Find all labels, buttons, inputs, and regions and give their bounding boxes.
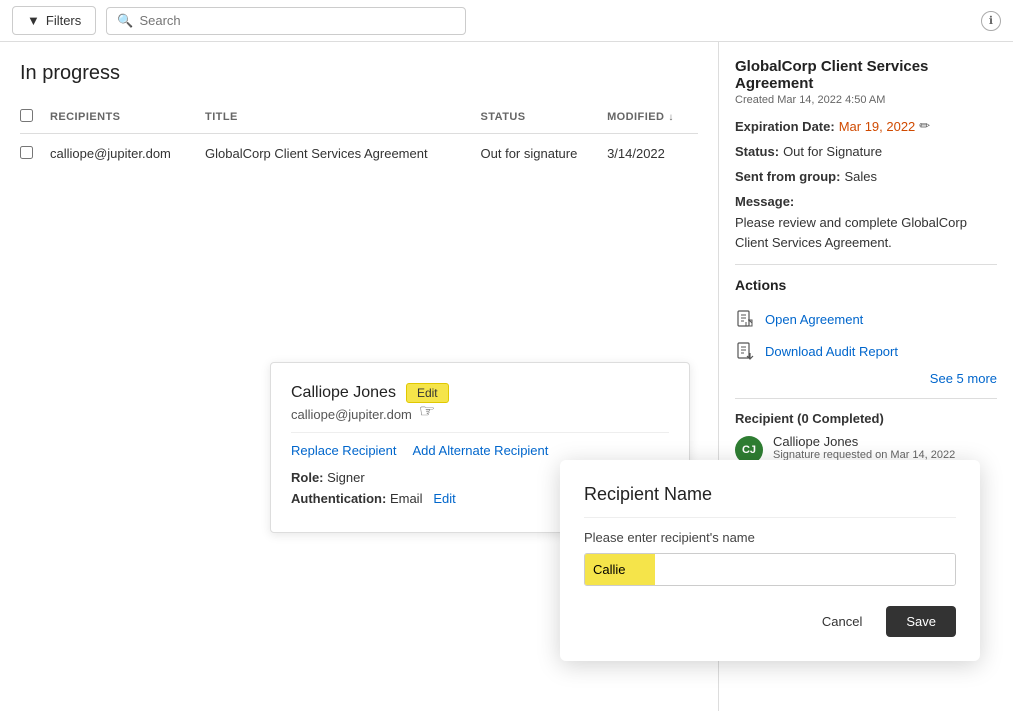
expiration-field: Expiration Date: Mar 19, 2022 ✏ bbox=[735, 118, 997, 134]
top-bar: ▼ Filters 🔍 ℹ bbox=[0, 0, 1013, 42]
table-row: calliope@jupiter.dom GlobalCorp Client S… bbox=[20, 134, 698, 175]
sent-from-label: Sent from group: bbox=[735, 169, 840, 184]
recipient-section-title: Recipient (0 Completed) bbox=[735, 411, 997, 426]
col-status: STATUS bbox=[481, 101, 608, 134]
dialog-actions: Cancel Save bbox=[584, 606, 956, 637]
dialog-save-button[interactable]: Save bbox=[886, 606, 956, 637]
dialog-rest-input[interactable] bbox=[655, 554, 955, 585]
col-recipients: RECIPIENTS bbox=[50, 101, 205, 134]
sent-from-value: Sales bbox=[844, 169, 877, 184]
open-agreement-label: Open Agreement bbox=[765, 312, 863, 327]
sent-from-field: Sent from group: Sales bbox=[735, 169, 997, 184]
row-title: GlobalCorp Client Services Agreement bbox=[205, 134, 480, 175]
divider2 bbox=[735, 398, 997, 399]
popup-actions: Replace Recipient Add Alternate Recipien… bbox=[291, 443, 669, 458]
replace-recipient-link[interactable]: Replace Recipient bbox=[291, 443, 397, 458]
col-checkbox bbox=[20, 101, 50, 134]
download-audit-action[interactable]: Download Audit Report bbox=[735, 335, 997, 367]
download-audit-label: Download Audit Report bbox=[765, 344, 898, 359]
divider bbox=[735, 264, 997, 265]
status-field: Status: Out for Signature bbox=[735, 144, 997, 159]
cursor-hand-icon: ☞ bbox=[419, 401, 435, 422]
row-status: Out for signature bbox=[481, 134, 608, 175]
status-label: Status: bbox=[735, 144, 779, 159]
expiration-label: Expiration Date: bbox=[735, 119, 835, 134]
section-title: In progress bbox=[20, 62, 698, 85]
dialog-cancel-button[interactable]: Cancel bbox=[810, 606, 874, 637]
auth-edit-link[interactable]: Edit bbox=[433, 491, 455, 506]
message-field: Message: Please review and complete Glob… bbox=[735, 194, 997, 252]
row-modified: 3/14/2022 bbox=[607, 134, 698, 175]
row-recipient: calliope@jupiter.dom bbox=[50, 134, 205, 175]
open-agreement-icon bbox=[735, 309, 755, 329]
info-icon[interactable]: ℹ bbox=[981, 11, 1001, 31]
dialog-label: Please enter recipient's name bbox=[584, 530, 956, 545]
expiration-value: Mar 19, 2022 bbox=[839, 119, 916, 134]
recipient-info: Calliope Jones Signature requested on Ma… bbox=[773, 434, 955, 461]
filter-button[interactable]: ▼ Filters bbox=[12, 6, 96, 35]
recipient-email: calliope@jupiter.dom bbox=[291, 407, 669, 433]
row-checkbox-cell bbox=[20, 134, 50, 175]
expiration-edit-icon[interactable]: ✏ bbox=[919, 118, 930, 134]
add-alternate-link[interactable]: Add Alternate Recipient bbox=[413, 443, 549, 458]
filter-label: Filters bbox=[46, 13, 81, 28]
status-value: Out for Signature bbox=[783, 144, 882, 159]
message-label: Message: bbox=[735, 194, 794, 209]
message-value: Please review and complete GlobalCorp Cl… bbox=[735, 213, 997, 252]
recipient-edit-button[interactable]: Edit ☞ bbox=[406, 383, 449, 403]
search-box: 🔍 bbox=[106, 7, 466, 35]
col-title: TITLE bbox=[205, 101, 480, 134]
col-modified: MODIFIED ↓ bbox=[607, 101, 698, 134]
filter-icon: ▼ bbox=[27, 13, 40, 28]
sort-arrow-icon: ↓ bbox=[668, 112, 673, 123]
search-icon: 🔍 bbox=[117, 13, 133, 29]
download-audit-icon bbox=[735, 341, 755, 361]
dialog-title: Recipient Name bbox=[584, 484, 956, 518]
recipient-name-dialog: Recipient Name Please enter recipient's … bbox=[560, 460, 980, 661]
recipient-full-name: Calliope Jones bbox=[773, 434, 955, 449]
recipient-popup-header: Calliope Jones Edit ☞ bbox=[291, 383, 669, 403]
open-agreement-action[interactable]: Open Agreement bbox=[735, 303, 997, 335]
see-more-link[interactable]: See 5 more bbox=[735, 371, 997, 386]
actions-title: Actions bbox=[735, 277, 997, 293]
search-input[interactable] bbox=[139, 13, 455, 28]
documents-table: RECIPIENTS TITLE STATUS MODIFIED ↓ bbox=[20, 101, 698, 174]
select-all-checkbox[interactable] bbox=[20, 109, 33, 122]
dialog-input-wrap bbox=[584, 553, 956, 586]
row-checkbox[interactable] bbox=[20, 146, 33, 159]
agreement-title: GlobalCorp Client Services Agreement bbox=[735, 58, 997, 92]
dialog-highlighted-input[interactable] bbox=[585, 554, 655, 585]
agreement-created: Created Mar 14, 2022 4:50 AM bbox=[735, 94, 997, 106]
recipient-name: Calliope Jones bbox=[291, 384, 396, 402]
